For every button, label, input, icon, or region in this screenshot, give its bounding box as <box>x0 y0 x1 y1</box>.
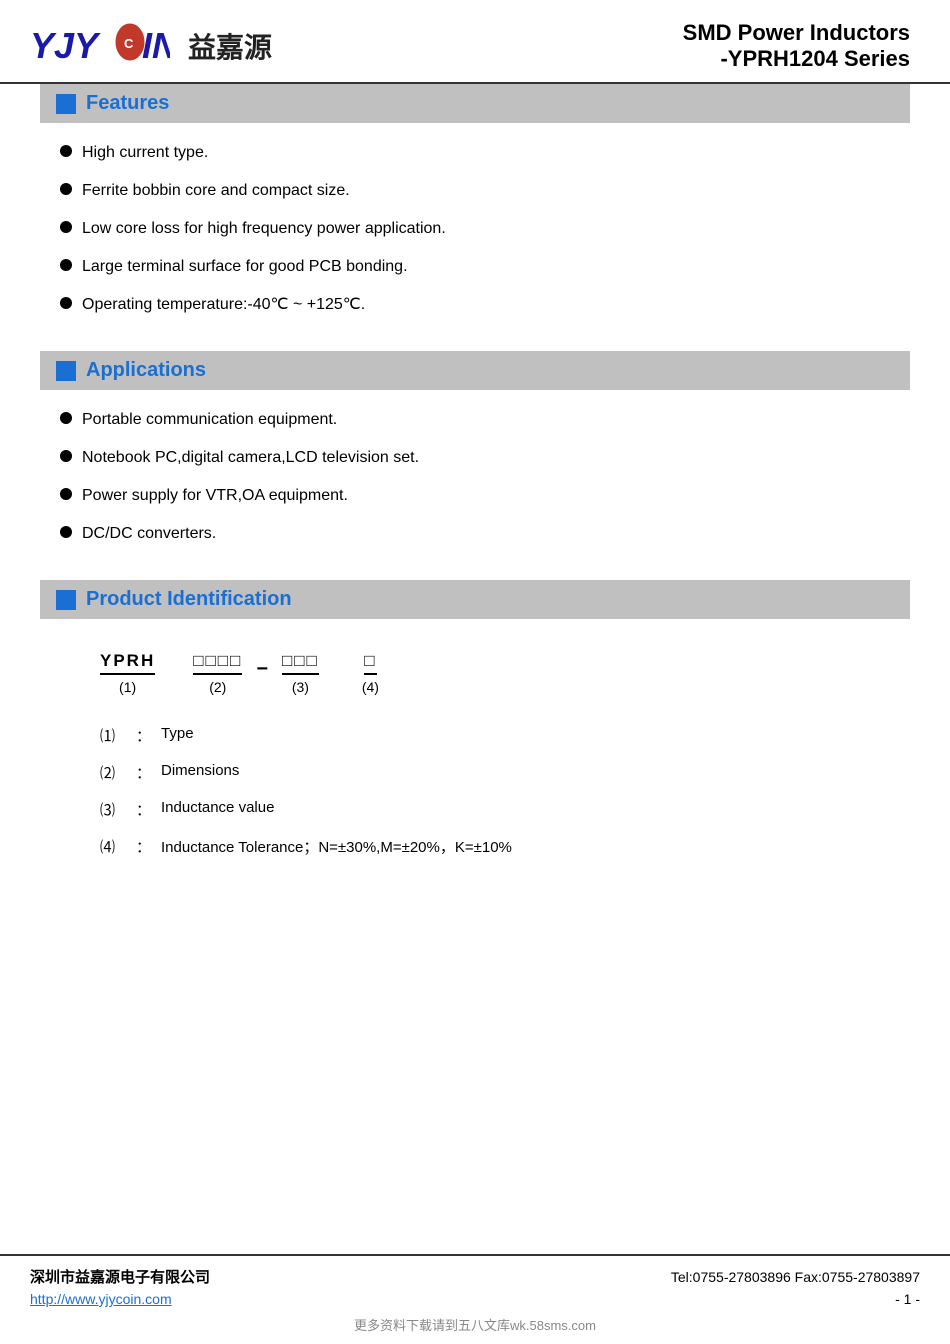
bullet-icon <box>60 221 72 233</box>
list-item: ⑷ ： Inductance Tolerance；N=±30%,M=±20%，K… <box>100 836 910 857</box>
code-dash: − <box>256 658 268 681</box>
code-line: YPRH (1) □□□□ (2) − □□□ (3) <box>100 651 870 695</box>
list-item: Notebook PC,digital camera,LCD televisio… <box>60 446 910 470</box>
applications-blue-square-icon <box>56 361 76 381</box>
list-item: Portable communication equipment. <box>60 408 910 432</box>
applications-section: Applications Portable communication equi… <box>40 351 910 570</box>
main-content: Features High current type. Ferrite bobb… <box>0 84 950 1074</box>
logo-text-cn: 益嘉源 <box>188 26 272 66</box>
app-item-text: DC/DC converters. <box>82 522 216 546</box>
list-item: Operating temperature:-40℃ ~ +125℃. <box>60 293 910 317</box>
footer-row-1: 深圳市益嘉源电子有限公司 Tel:0755-27803896 Fax:0755-… <box>30 1266 920 1287</box>
desc-colon: ： <box>136 725 151 746</box>
title-line2: -YPRH1204 Series <box>683 46 910 72</box>
feature-item-text: Ferrite bobbin core and compact size. <box>82 179 350 203</box>
app-item-text: Power supply for VTR,OA equipment. <box>82 484 348 508</box>
desc-text: Type <box>161 725 194 742</box>
product-id-diagram: YPRH (1) □□□□ (2) − □□□ (3) <box>40 631 910 711</box>
product-id-title: Product Identification <box>86 588 292 611</box>
bullet-icon <box>60 183 72 195</box>
page-header: YJY C IN 益嘉源 SMD Power Inductors -YPRH12… <box>0 0 950 84</box>
description-list: ⑴ ： Type ⑵ ： Dimensions ⑶ ： Inductance v… <box>40 711 910 883</box>
desc-text: Inductance value <box>161 799 274 816</box>
title-line1: SMD Power Inductors <box>683 20 910 46</box>
product-id-blue-square-icon <box>56 590 76 610</box>
spacer <box>0 1074 950 1255</box>
features-list: High current type. Ferrite bobbin core a… <box>40 135 910 341</box>
desc-colon: ： <box>136 836 151 857</box>
bullet-icon <box>60 488 72 500</box>
code-part-2: □□□□ (2) <box>193 651 242 695</box>
svg-text:C: C <box>124 36 134 51</box>
feature-item-text: Large terminal surface for good PCB bond… <box>82 255 408 279</box>
applications-list: Portable communication equipment. Notebo… <box>40 402 910 570</box>
footer-contact: Tel:0755-27803896 Fax:0755-27803897 <box>671 1269 920 1285</box>
list-item: Low core loss for high frequency power a… <box>60 217 910 241</box>
footer-watermark: 更多资料下载请到五八文库wk.58sms.com <box>30 1315 920 1334</box>
product-id-section: Product Identification YPRH (1) □□□□ (2)… <box>40 580 910 883</box>
list-item: Large terminal surface for good PCB bond… <box>60 255 910 279</box>
bullet-icon <box>60 145 72 157</box>
page-footer: 深圳市益嘉源电子有限公司 Tel:0755-27803896 Fax:0755-… <box>0 1254 950 1344</box>
svg-text:YJY: YJY <box>30 25 101 66</box>
list-item: High current type. <box>60 141 910 165</box>
list-item: ⑴ ： Type <box>100 725 910 746</box>
svg-text:IN: IN <box>142 25 170 66</box>
footer-company: 深圳市益嘉源电子有限公司 <box>30 1266 210 1287</box>
list-item: ⑵ ： Dimensions <box>100 762 910 783</box>
features-section: Features High current type. Ferrite bobb… <box>40 84 910 341</box>
desc-num: ⑵ <box>100 762 130 783</box>
bullet-icon <box>60 259 72 271</box>
code-chars-2: □□□□ <box>193 651 242 675</box>
footer-page: - 1 - <box>895 1291 920 1307</box>
applications-title: Applications <box>86 359 206 382</box>
logo-icon: YJY C IN <box>30 20 170 72</box>
desc-num: ⑶ <box>100 799 130 820</box>
bullet-icon <box>60 526 72 538</box>
app-item-text: Notebook PC,digital camera,LCD televisio… <box>82 446 419 470</box>
code-num-2: (2) <box>209 679 226 695</box>
desc-num: ⑷ <box>100 836 130 857</box>
features-blue-square-icon <box>56 94 76 114</box>
header-title: SMD Power Inductors -YPRH1204 Series <box>683 20 910 72</box>
bullet-icon <box>60 412 72 424</box>
features-title: Features <box>86 92 169 115</box>
feature-item-text: Operating temperature:-40℃ ~ +125℃. <box>82 293 365 317</box>
code-num-3: (3) <box>292 679 309 695</box>
desc-colon: ： <box>136 799 151 820</box>
desc-text: Dimensions <box>161 762 239 779</box>
applications-header: Applications <box>40 351 910 390</box>
code-num-4: (4) <box>362 679 379 695</box>
logo-area: YJY C IN 益嘉源 <box>30 20 272 72</box>
app-item-text: Portable communication equipment. <box>82 408 337 432</box>
code-part-4: □ (4) <box>362 651 379 695</box>
product-id-header: Product Identification <box>40 580 910 619</box>
footer-url[interactable]: http://www.yjycoin.com <box>30 1291 172 1307</box>
code-num-1: (1) <box>119 679 136 695</box>
list-item: DC/DC converters. <box>60 522 910 546</box>
code-chars-3: □□□ <box>282 651 319 675</box>
desc-text: Inductance Tolerance；N=±30%,M=±20%，K=±10… <box>161 836 512 857</box>
bullet-icon <box>60 450 72 462</box>
footer-row-2: http://www.yjycoin.com - 1 - <box>30 1291 920 1307</box>
code-part-3: □□□ (3) <box>282 651 319 695</box>
code-chars-1: YPRH <box>100 651 155 675</box>
desc-colon: ： <box>136 762 151 783</box>
features-header: Features <box>40 84 910 123</box>
feature-item-text: High current type. <box>82 141 208 165</box>
list-item: Ferrite bobbin core and compact size. <box>60 179 910 203</box>
bullet-icon <box>60 297 72 309</box>
list-item: Power supply for VTR,OA equipment. <box>60 484 910 508</box>
code-part-1: YPRH (1) <box>100 651 155 695</box>
feature-item-text: Low core loss for high frequency power a… <box>82 217 446 241</box>
code-spacer <box>169 658 179 681</box>
code-spacer2 <box>333 660 348 681</box>
desc-num: ⑴ <box>100 725 130 746</box>
list-item: ⑶ ： Inductance value <box>100 799 910 820</box>
code-chars-4: □ <box>364 651 376 675</box>
